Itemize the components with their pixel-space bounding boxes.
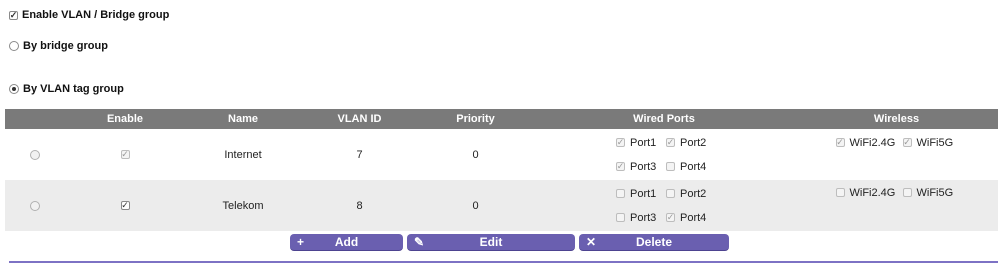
close-icon: ✕ (586, 234, 597, 249)
wifi24-checkbox (835, 188, 845, 198)
row-select-radio[interactable] (30, 149, 40, 160)
wifi24-label: WiFi2.4G (849, 136, 896, 149)
port3-checkbox (616, 213, 625, 222)
edit-button[interactable]: ✎ Edit (407, 234, 575, 251)
port1-label: Port1 (630, 187, 657, 200)
table-row[interactable]: ✓ Internet 7 0 ✓ Port1 ✓ Port2 ✓ Port3 Port… (5, 129, 998, 180)
wifi24-checkbox: ✓ (835, 137, 845, 148)
bottom-divider (9, 261, 998, 263)
row-enable-checkbox: ✓ (120, 149, 130, 159)
row-wireless: ✓ WiFi2.4G ✓ WiFi5G (835, 136, 963, 149)
bridge-group-radio[interactable] (9, 41, 19, 51)
pencil-icon: ✎ (414, 234, 425, 249)
row-select-radio[interactable] (30, 200, 40, 211)
port1-label: Port1 (630, 136, 657, 149)
enable-vlan-label: Enable VLAN / Bridge group (22, 9, 170, 21)
port4-checkbox: ✓ (666, 212, 675, 222)
row-wireless: WiFi2.4G WiFi5G (835, 186, 963, 199)
port3-label: Port3 (630, 160, 657, 173)
row-enable-checkbox[interactable]: ✓ (120, 201, 130, 210)
bridge-group-label: By bridge group (23, 40, 108, 52)
delete-button[interactable]: ✕ Delete (579, 234, 729, 251)
row-priority: 0 (418, 129, 533, 180)
add-button-label: Add (334, 235, 359, 249)
port2-checkbox (666, 189, 675, 198)
row-vlan-id: 7 (301, 129, 418, 180)
row-wired-ports: ✓ Port1 ✓ Port2 ✓ Port3 Port4 (616, 137, 716, 173)
vlan-table-header: Enable Name VLAN ID Priority Wired Ports… (5, 109, 998, 129)
port1-checkbox (616, 189, 625, 198)
row-name: Telekom (185, 180, 301, 231)
port2-checkbox: ✓ (666, 137, 675, 148)
wifi5-label: WiFi5G (916, 136, 954, 149)
port3-label: Port3 (630, 211, 657, 224)
port3-checkbox: ✓ (616, 161, 625, 172)
port4-label: Port4 (680, 160, 707, 173)
enable-vlan-option[interactable]: ✓ Enable VLAN / Bridge group (9, 9, 169, 21)
row-priority: 0 (418, 180, 533, 231)
row-name: Internet (185, 129, 301, 180)
header-priority: Priority (418, 109, 533, 129)
wifi5-checkbox: ✓ (902, 137, 912, 148)
row-wired-ports: Port1 Port2 Port3 ✓ Port4 (616, 188, 716, 224)
vlan-tag-group-radio[interactable] (9, 84, 19, 94)
plus-icon: + (297, 234, 305, 249)
header-enable: Enable (65, 109, 185, 129)
port2-label: Port2 (680, 136, 707, 149)
port2-label: Port2 (680, 187, 707, 200)
vlan-tag-group-label: By VLAN tag group (23, 83, 124, 95)
edit-button-label: Edit (479, 235, 503, 249)
bridge-group-option[interactable]: By bridge group (9, 40, 108, 52)
header-select (5, 109, 65, 129)
wifi5-label: WiFi5G (916, 186, 954, 199)
vlan-tag-group-option[interactable]: By VLAN tag group (9, 83, 124, 95)
header-name: Name (185, 109, 301, 129)
delete-button-label: Delete (635, 235, 673, 249)
table-row[interactable]: ✓ Telekom 8 0 Port1 Port2 Port3 ✓ Port4 W… (5, 180, 998, 231)
port4-label: Port4 (680, 211, 707, 224)
enable-vlan-checkbox[interactable]: ✓ (9, 10, 18, 20)
add-button[interactable]: + Add (290, 234, 403, 251)
vlan-table: Enable Name VLAN ID Priority Wired Ports… (5, 109, 998, 231)
header-wireless: Wireless (795, 109, 998, 129)
wifi5-checkbox (902, 188, 912, 198)
port4-checkbox (666, 162, 675, 172)
header-wired-ports: Wired Ports (533, 109, 795, 129)
action-buttons: + Add ✎ Edit ✕ Delete (290, 234, 729, 251)
port1-checkbox: ✓ (616, 137, 625, 148)
header-vlan-id: VLAN ID (301, 109, 418, 129)
wifi24-label: WiFi2.4G (849, 186, 896, 199)
row-vlan-id: 8 (301, 180, 418, 231)
